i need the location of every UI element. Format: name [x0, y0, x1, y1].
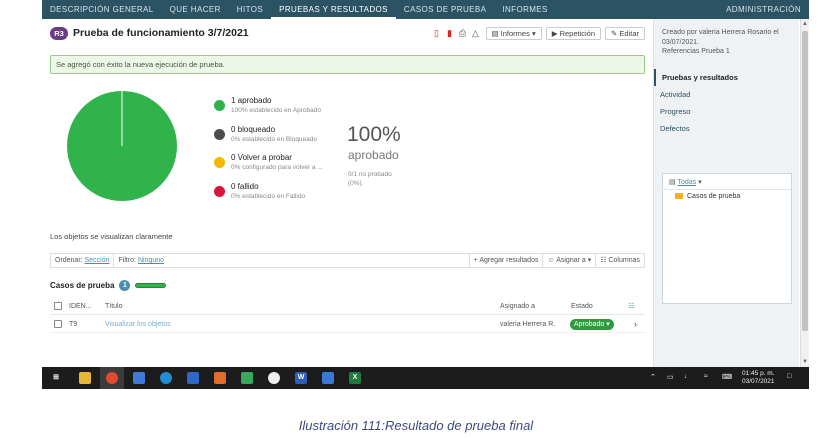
windows-taskbar: ⊞ W X ⌃ ▭ ♩ ≈ ⌨ 01:45 p. m. 03/07/2021 □ [42, 367, 809, 389]
right-sidebar: Creado por valeria Herrera Rosario el 03… [653, 19, 799, 367]
chat-icon[interactable]: ▯ [431, 28, 443, 39]
success-alert: Se agregó con éxito la nueva ejecución d… [50, 55, 645, 74]
windows-start-icon[interactable]: ⊞ [50, 372, 62, 384]
select-all-checkbox[interactable] [54, 302, 62, 310]
sidebar-item-actividad[interactable]: Actividad [654, 86, 800, 103]
add-results-button[interactable]: + Agregar resultados [470, 254, 543, 267]
column-settings-icon[interactable]: ☷ [628, 298, 634, 315]
page-title: Prueba de funcionamiento 3/7/2021 [73, 27, 249, 39]
status-dot-icon [214, 186, 225, 197]
nav-item-pruebas-y-resultados[interactable]: PRUEBAS Y RESULTADOS [271, 0, 396, 19]
nav-item-administracion[interactable]: ADMINISTRACIÓN [718, 0, 809, 19]
table-header: IDEN... Título Asignado a Estado ☷ [50, 298, 645, 315]
test-cases-header: Casos de prueba 1 [50, 279, 167, 291]
case-assigned: valeria Herrera R. [500, 321, 556, 328]
sidebar-menu: Pruebas y resultados Actividad Progreso … [654, 69, 800, 137]
test-cases-count: 1 [119, 279, 131, 291]
repeticion-button[interactable]: ▶ Repetición [545, 26, 602, 40]
columns-button[interactable]: ☷ Columnas [596, 254, 644, 267]
top-navigation: DESCRIPCIÓN GENERAL QUE HACER HITOS PRUE… [42, 0, 809, 19]
chevron-down-icon: ▾ [529, 28, 536, 38]
sidebar-item-progreso[interactable]: Progreso [654, 103, 800, 120]
battery-icon[interactable]: ▭ [667, 373, 674, 381]
status-dot-icon [214, 129, 225, 140]
wifi-icon[interactable]: ≈ [704, 373, 708, 380]
nav-item-hitos[interactable]: HITOS [229, 0, 271, 19]
results-pie-chart [67, 91, 177, 201]
column-header-assigned[interactable]: Asignado a [500, 298, 535, 315]
play-icon: ▶ [551, 28, 560, 38]
report-icon: ▤ [491, 28, 501, 38]
nav-item-informes[interactable]: INFORMES [494, 0, 555, 19]
pass-percentage-label: aprobado [348, 148, 399, 162]
nav-item-que-hacer[interactable]: QUE HACER [162, 0, 229, 19]
status-dropdown[interactable]: Aprobado ▾ [570, 319, 614, 330]
pass-percentage: 100% [347, 123, 401, 146]
filter-link[interactable]: Ninguno [138, 257, 164, 264]
tree-filter[interactable]: ▤ Todas ▾ [669, 178, 702, 186]
app-icon[interactable] [322, 372, 334, 384]
chevron-right-icon[interactable]: › [634, 316, 637, 333]
app-icon[interactable] [241, 372, 253, 384]
tree-item-casos-de-prueba[interactable]: Casos de prueba [675, 193, 740, 200]
column-header-status[interactable]: Estado [571, 298, 593, 315]
lock-icon[interactable]: △ [470, 28, 482, 39]
run-metadata: Creado por valeria Herrera Rosario el 03… [662, 29, 779, 55]
volume-icon[interactable]: ♩ [684, 373, 691, 380]
untested-stat: 0/1 no probado (0%). [348, 171, 392, 187]
box-app-icon[interactable] [133, 372, 145, 384]
vertical-scrollbar[interactable]: ▲ ▼ [800, 19, 809, 367]
edge-icon[interactable] [160, 372, 172, 384]
export-icon[interactable]: ▮ [444, 28, 456, 39]
section-tree-box: ▤ Todas ▾ Casos de prueba [662, 173, 792, 304]
word-icon[interactable]: W [295, 372, 307, 384]
app-icon[interactable] [214, 372, 226, 384]
chrome-icon[interactable] [106, 372, 118, 384]
figure-caption: Ilustración 111:Resultado de prueba fina… [298, 418, 534, 433]
case-title-link[interactable]: Visualizar los objetos [105, 316, 171, 333]
run-badge: R3 [50, 26, 68, 40]
chevron-down-icon: ▾ [696, 179, 702, 186]
file-explorer-icon[interactable] [79, 372, 91, 384]
row-checkbox[interactable] [54, 320, 62, 328]
case-id: T9 [69, 321, 78, 328]
tray-chevron-icon[interactable]: ⌃ [650, 373, 656, 381]
chevron-down-icon: ▾ [604, 321, 610, 328]
scroll-down-icon[interactable]: ▼ [801, 358, 809, 366]
filter-control[interactable]: Filtro: Ninguno [114, 254, 168, 267]
nav-item-descripcion-general[interactable]: DESCRIPCIÓN GENERAL [42, 0, 162, 19]
informes-button[interactable]: ▤ Informes ▾ [485, 26, 542, 40]
column-header-title[interactable]: Título [105, 298, 123, 315]
status-dot-icon [214, 100, 225, 111]
title-row: R3 Prueba de funcionamiento 3/7/2021 ▯ ▮… [50, 25, 645, 41]
system-clock[interactable]: 01:45 p. m. 03/07/2021 [742, 370, 775, 386]
user-icon: ☺ [547, 257, 557, 264]
filter-bar: Ordenar: Sección Filtro: Ninguno + Agreg… [50, 253, 645, 268]
folder-icon [675, 193, 683, 199]
status-dot-icon [214, 157, 225, 168]
keyboard-icon[interactable]: ⌨ [722, 373, 732, 381]
main-content: R3 Prueba de funcionamiento 3/7/2021 ▯ ▮… [42, 19, 653, 367]
objects-note: Los objetos se visualizan claramente [50, 232, 173, 241]
app-icon[interactable] [187, 372, 199, 384]
screenshot: DESCRIPCIÓN GENERAL QUE HACER HITOS PRUE… [0, 0, 832, 439]
scroll-up-icon[interactable]: ▲ [801, 20, 809, 28]
table-row[interactable]: T9 Visualizar los objetos valeria Herrer… [50, 316, 645, 333]
sidebar-item-defectos[interactable]: Defectos [654, 120, 800, 137]
test-cases-title: Casos de prueba [50, 280, 115, 290]
sidebar-item-pruebas-y-resultados[interactable]: Pruebas y resultados [654, 69, 800, 86]
app-icon[interactable] [268, 372, 280, 384]
editar-button[interactable]: ✎ Editar [605, 26, 645, 40]
sort-control[interactable]: Ordenar: Sección [51, 254, 113, 267]
sort-link[interactable]: Sección [85, 257, 110, 264]
column-header-id[interactable]: IDEN... [69, 298, 92, 315]
chevron-down-icon: ▾ [585, 257, 592, 264]
notifications-icon[interactable]: □ [787, 373, 791, 380]
print-icon[interactable]: ⎙ [457, 28, 469, 39]
scrollbar-thumb[interactable] [802, 31, 808, 331]
excel-icon[interactable]: X [349, 372, 361, 384]
nav-item-casos-de-prueba[interactable]: CASOS DE PRUEBA [396, 0, 494, 19]
progress-bar [135, 282, 167, 288]
assign-button[interactable]: ☺ Asignar a ▾ [543, 254, 595, 267]
